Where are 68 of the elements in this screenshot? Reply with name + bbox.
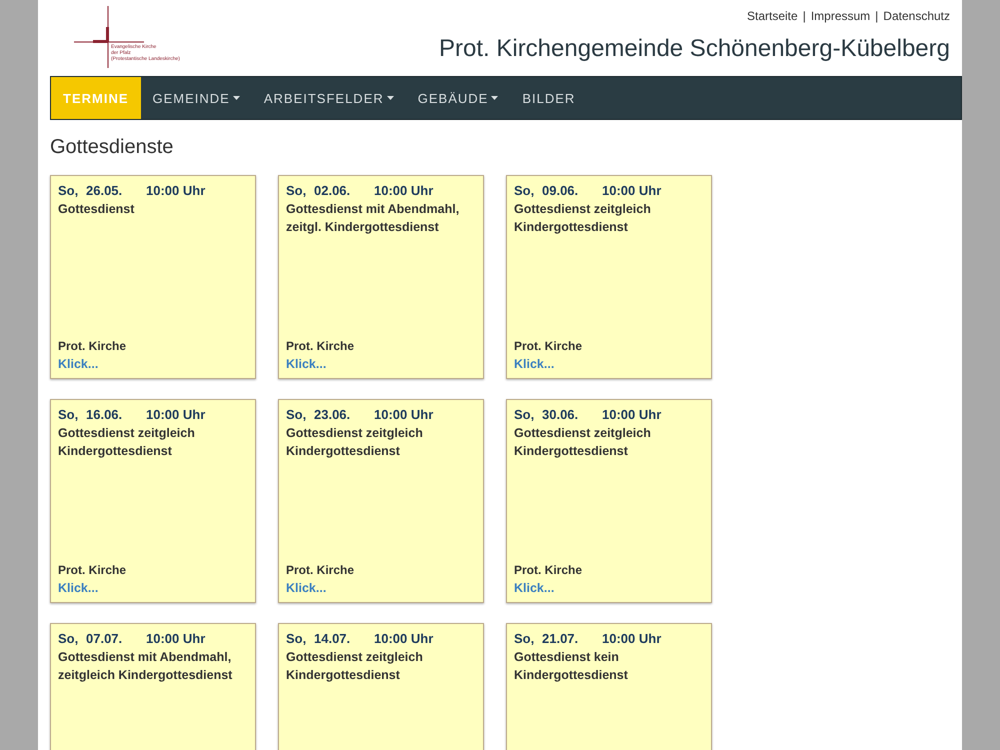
more-link[interactable]: Klick	[514, 581, 544, 595]
top-link[interactable]: Startseite	[747, 9, 798, 23]
event-date: 02.06.	[314, 183, 352, 198]
more-link[interactable]: Klick	[514, 357, 544, 371]
event-date: 30.06.	[542, 407, 580, 422]
nav-item[interactable]: BILDER	[510, 77, 588, 119]
more-link[interactable]: Klick	[286, 357, 316, 371]
event-place: Prot. Kirche	[514, 563, 584, 577]
event-place: Prot. Kirche	[58, 563, 128, 577]
event-date: 26.05.	[86, 183, 124, 198]
event-date: 14.07.	[314, 631, 352, 646]
caret-icon	[386, 96, 394, 100]
event-title: Gottesdienst kein Kindergottesdienst	[514, 649, 629, 684]
event-date: 07.07.	[86, 631, 124, 646]
nav-item[interactable]: ARBEITSFELDER	[252, 77, 406, 119]
event-time: 10:00 Uhr	[146, 183, 206, 198]
event-place: Prot. Kirche	[286, 563, 356, 577]
event-weekday: So,	[514, 631, 536, 646]
nav-item[interactable]: GEBÄUDE	[406, 77, 510, 119]
event-date: 23.06.	[314, 407, 352, 422]
event-date: 09.06.	[542, 183, 580, 198]
event-weekday: So,	[514, 183, 536, 198]
event-weekday: So,	[286, 631, 308, 646]
event-weekday: So,	[286, 407, 308, 422]
event-weekday: So,	[514, 407, 536, 422]
event-weekday: So,	[286, 183, 308, 198]
event-weekday: So,	[58, 407, 80, 422]
caret-icon	[232, 96, 240, 100]
nav-item[interactable]: GEMEINDE	[140, 77, 252, 119]
link-separator: |	[802, 9, 806, 23]
event-time: 10:00 Uhr	[146, 407, 206, 422]
event-title: Gottesdienst zeitgleich Kindergottesdienst	[514, 425, 652, 460]
event-title: Gottesdienst zeitgleich Kindergottesdienst	[286, 425, 424, 460]
ellipsis-text: ...	[88, 581, 98, 595]
event-title: Gottesdienst zeitgleich Kindergottesdienst	[514, 201, 652, 236]
event-title: Gottesdienst	[58, 201, 136, 218]
event-time: 10:00 Uhr	[374, 631, 434, 646]
section-heading: Gottesdienste	[50, 136, 174, 159]
more-link[interactable]: Klick	[286, 581, 316, 595]
event-weekday: So,	[58, 183, 80, 198]
ellipsis-text: ...	[316, 357, 326, 371]
event-place: Prot. Kirche	[58, 339, 128, 353]
ellipsis-text: ...	[316, 581, 326, 595]
more-link[interactable]: Klick	[58, 581, 88, 595]
event-title: Gottesdienst zeitgleich Kindergottesdienst	[286, 649, 424, 684]
event-date: 16.06.	[86, 407, 124, 422]
link-separator: |	[875, 9, 878, 23]
event-place: Prot. Kirche	[286, 339, 356, 353]
event-weekday: So,	[58, 631, 80, 646]
top-link[interactable]: Datenschutz	[883, 9, 950, 23]
event-title: Gottesdienst zeitgleich Kindergottesdienst	[58, 425, 196, 460]
event-time: 10:00 Uhr	[374, 407, 434, 422]
event-place: Prot. Kirche	[514, 339, 584, 353]
event-time: 10:00 Uhr	[374, 183, 434, 198]
site-title: Prot. Kirchengemeinde Schönenberg-Kübelberg	[439, 35, 950, 63]
event-date: 21.07.	[542, 631, 580, 646]
event-time: 10:00 Uhr	[146, 631, 206, 646]
event-title: Gottesdienst mit Abendmahl, zeitgl. Kindergottesdienst	[286, 201, 460, 236]
ellipsis-text: ...	[544, 581, 554, 595]
top-link[interactable]: Impressum	[810, 9, 870, 23]
event-time: 10:00 Uhr	[602, 631, 662, 646]
event-time: 10:00 Uhr	[602, 407, 662, 422]
event-time: 10:00 Uhr	[602, 183, 662, 198]
caret-icon	[491, 96, 498, 100]
more-link[interactable]: Klick	[58, 357, 88, 371]
ellipsis-text: ...	[88, 357, 98, 371]
event-title: Gottesdienst mit Abendmahl, zeitgleich Kindergottesdienst	[58, 649, 234, 684]
ellipsis-text: ...	[544, 357, 554, 371]
